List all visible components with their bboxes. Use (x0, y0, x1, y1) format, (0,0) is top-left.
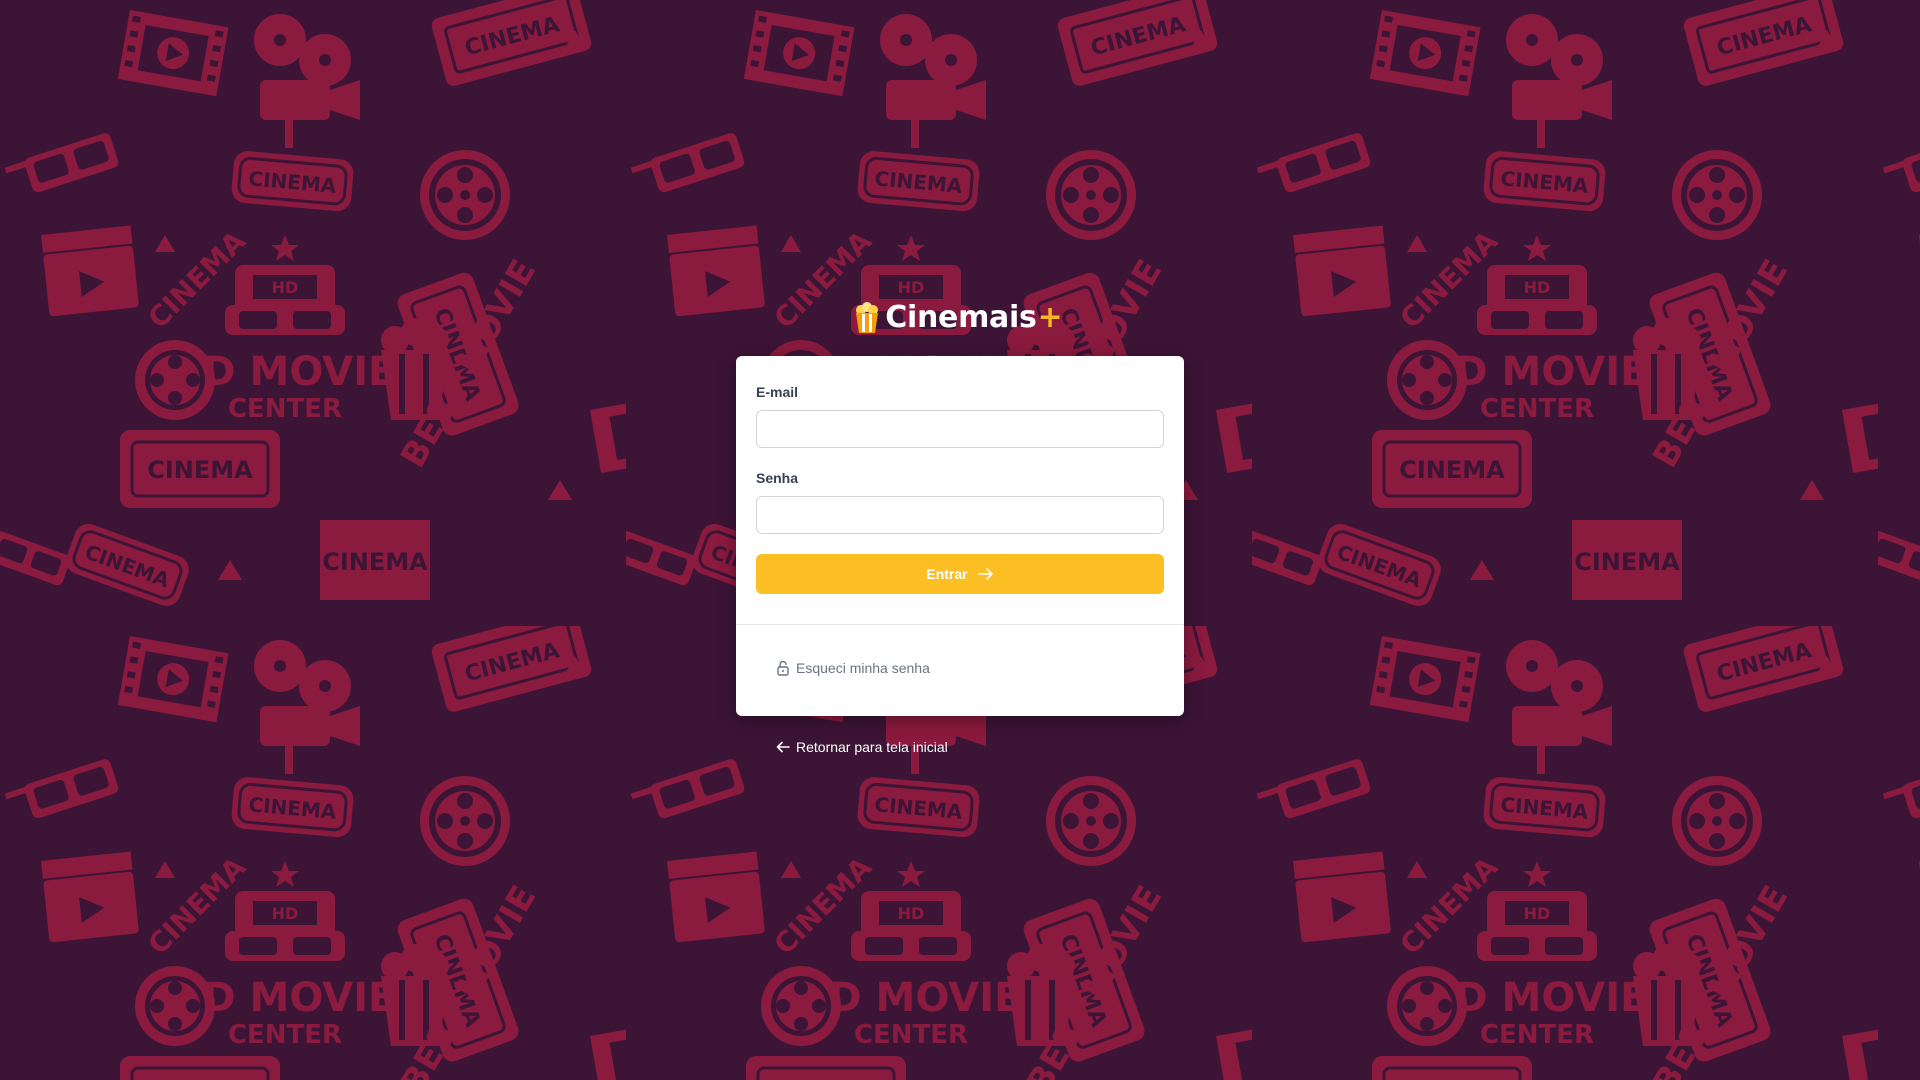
unlock-icon (777, 660, 789, 676)
card-divider (736, 624, 1184, 625)
email-field-group: E-mail (756, 384, 1164, 448)
popcorn-icon (856, 301, 879, 333)
login-button[interactable]: Entrar (756, 554, 1164, 594)
brand-name: Cinemais (885, 300, 1037, 335)
brand-logo: Cinemais + (0, 300, 1920, 335)
login-button-label: Entrar (926, 566, 968, 582)
back-home-label: Retornar para tela inicial (796, 739, 948, 755)
password-field-group: Senha (756, 470, 1164, 534)
arrow-right-icon (977, 568, 993, 580)
brand-plus: + (1037, 300, 1063, 335)
email-input[interactable] (756, 410, 1164, 448)
forgot-password-label: Esqueci minha senha (796, 660, 930, 676)
password-input[interactable] (756, 496, 1164, 534)
arrow-left-icon (776, 741, 790, 753)
login-card: E-mail Senha Entrar Esqueci minha senha (736, 356, 1184, 716)
login-form: E-mail Senha Entrar (736, 356, 1184, 594)
back-home-link[interactable]: Retornar para tela inicial (776, 739, 948, 755)
email-label: E-mail (756, 384, 799, 400)
forgot-password-link[interactable]: Esqueci minha senha (776, 660, 930, 676)
password-label: Senha (756, 470, 799, 486)
